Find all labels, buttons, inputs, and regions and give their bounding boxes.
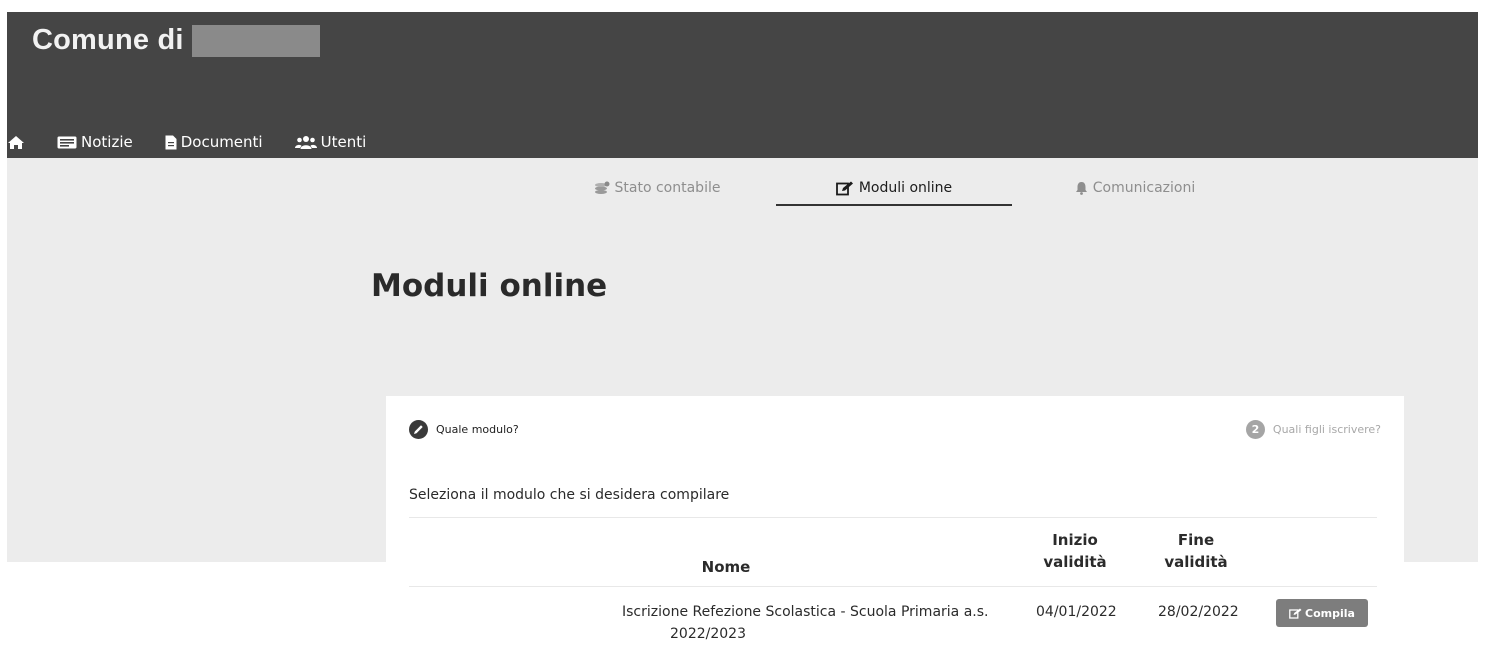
column-header-nome: Nome bbox=[701, 558, 751, 576]
edit-icon bbox=[1289, 608, 1302, 619]
bell-icon bbox=[1075, 182, 1087, 195]
row-nome-line2: 2022/2023 bbox=[670, 626, 746, 642]
nav-home[interactable] bbox=[7, 135, 29, 150]
tab-comunicazioni[interactable]: Comunicazioni bbox=[1060, 172, 1210, 204]
newspaper-icon bbox=[57, 136, 77, 148]
tab-stato-contabile-label: Stato contabile bbox=[614, 180, 721, 196]
tab-comunicazioni-label: Comunicazioni bbox=[1092, 180, 1196, 196]
users-icon bbox=[294, 136, 317, 149]
table-header-divider bbox=[409, 586, 1377, 587]
nav-documenti-label: Documenti bbox=[180, 133, 263, 151]
divider bbox=[409, 517, 1377, 518]
nav-utenti-label: Utenti bbox=[320, 133, 367, 151]
row-nome-line1: Iscrizione Refezione Scolastica - Scuola… bbox=[622, 604, 989, 620]
tab-moduli-online[interactable]: Moduli online bbox=[776, 172, 1012, 206]
nav-documenti[interactable]: Documenti bbox=[165, 133, 263, 151]
brand-title: Comune di bbox=[32, 24, 184, 56]
redacted-municipality-name bbox=[191, 24, 320, 57]
page-title: Moduli online bbox=[371, 268, 608, 304]
column-header-inizio-validita: Inizio validità bbox=[1030, 529, 1120, 573]
instruction-text: Seleziona il modulo che si desidera comp… bbox=[409, 487, 730, 503]
column-header-fine-line2: validità bbox=[1164, 553, 1228, 571]
form-card: Quale modulo? 2 Quali figli iscrivere? S… bbox=[386, 396, 1404, 650]
step-number-badge: 2 bbox=[1245, 420, 1265, 439]
column-header-inizio-line1: Inizio bbox=[1052, 531, 1098, 549]
home-icon bbox=[8, 135, 24, 149]
wizard-step-1: Quale modulo? bbox=[409, 420, 519, 439]
row-inizio-validita: 04/01/2022 bbox=[1036, 604, 1117, 620]
compila-button[interactable]: Compila bbox=[1276, 599, 1368, 627]
tab-moduli-online-label: Moduli online bbox=[858, 180, 953, 196]
top-header: Comune di Notizie Documenti Utenti bbox=[7, 12, 1478, 158]
document-icon bbox=[165, 135, 177, 149]
coins-icon bbox=[594, 181, 610, 194]
column-header-inizio-line2: validità bbox=[1043, 553, 1107, 571]
column-header-fine-validita: Fine validità bbox=[1151, 529, 1241, 573]
compila-button-label: Compila bbox=[1305, 606, 1355, 620]
edit-icon bbox=[835, 181, 853, 195]
main-nav: Notizie Documenti Utenti bbox=[7, 133, 398, 151]
brand[interactable]: Comune di bbox=[32, 24, 320, 57]
nav-utenti[interactable]: Utenti bbox=[294, 133, 367, 151]
nav-notizie-label: Notizie bbox=[81, 133, 133, 151]
column-header-fine-line1: Fine bbox=[1177, 531, 1215, 549]
nav-notizie[interactable]: Notizie bbox=[57, 133, 133, 151]
wizard-step-1-label: Quale modulo? bbox=[436, 423, 519, 436]
pencil-icon bbox=[409, 420, 428, 439]
wizard-step-2-label: Quali figli iscrivere? bbox=[1272, 423, 1381, 436]
row-fine-validita: 28/02/2022 bbox=[1158, 604, 1239, 620]
wizard-step-2: 2 Quali figli iscrivere? bbox=[1245, 420, 1381, 439]
tab-stato-contabile[interactable]: Stato contabile bbox=[582, 172, 732, 204]
